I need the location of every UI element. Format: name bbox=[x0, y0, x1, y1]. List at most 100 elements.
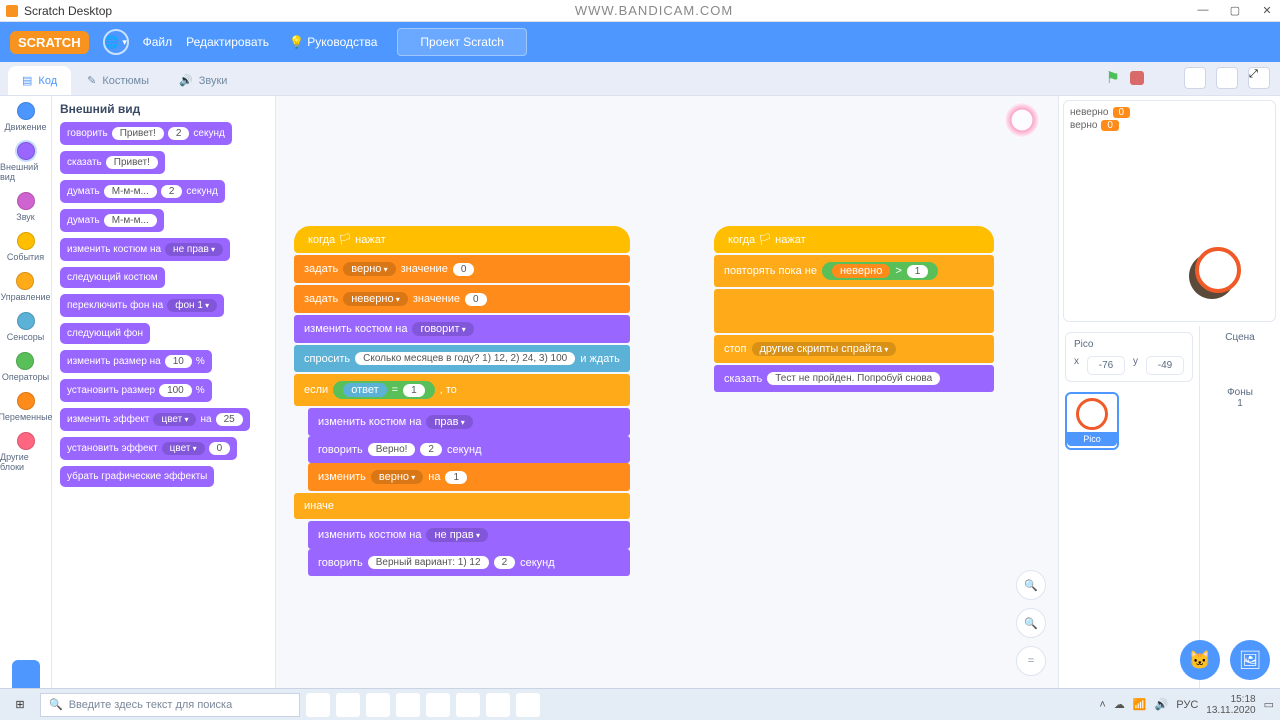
block-say[interactable]: сказатьПривет! bbox=[60, 151, 165, 174]
category-label: События bbox=[7, 252, 44, 262]
stage-large-button[interactable] bbox=[1216, 67, 1238, 89]
hat-when-flag-clicked-2[interactable]: когда 🏳 нажат bbox=[714, 226, 994, 253]
block-switch-backdrop[interactable]: переключить фон нафон 1 bbox=[60, 294, 224, 317]
block-set-var-neverno[interactable]: задатьневернозначение0 bbox=[294, 285, 630, 313]
block-palette: Внешний вид говоритьПривет!2секунд сказа… bbox=[52, 96, 276, 688]
block-switch-costume-1[interactable]: изменить костюм наговорит bbox=[294, 315, 630, 343]
category-dot-icon bbox=[17, 392, 35, 410]
category-Управление[interactable]: Управление bbox=[0, 272, 50, 302]
tab-code-label: Код bbox=[38, 75, 57, 87]
tray-wifi-icon[interactable]: 📶 bbox=[1133, 698, 1147, 711]
scratch-logo[interactable]: SCRATCH bbox=[10, 31, 89, 54]
block-say-for[interactable]: говоритьПривет!2секунд bbox=[60, 122, 232, 145]
sound-icon: 🔊 bbox=[179, 74, 193, 87]
menu-file[interactable]: Файл bbox=[143, 35, 173, 49]
category-События[interactable]: События bbox=[7, 232, 44, 262]
category-Другие блоки[interactable]: Другие блоки bbox=[0, 432, 51, 472]
add-backdrop-button[interactable]: 🖼 bbox=[1230, 640, 1270, 680]
sprite-watermark bbox=[1004, 102, 1040, 138]
tray-notifications-icon[interactable]: ▭ bbox=[1264, 698, 1274, 711]
add-sprite-button[interactable]: 🐱 bbox=[1180, 640, 1220, 680]
project-title-input[interactable]: Проект Scratch bbox=[397, 28, 527, 56]
block-switch-costume[interactable]: изменить костюм нане прав bbox=[60, 238, 230, 261]
fullscreen-button[interactable]: ⤢ bbox=[1248, 67, 1270, 89]
block-set-var-verno[interactable]: задатьвернозначение0 bbox=[294, 255, 630, 283]
script-stack-1[interactable]: когда 🏳 нажат задатьвернозначение0 задат… bbox=[294, 226, 630, 578]
block-say-correct[interactable]: говоритьВерно!2секунд bbox=[308, 436, 630, 463]
tray-lang[interactable]: РУС bbox=[1176, 699, 1198, 711]
zoom-in-button[interactable]: 🔍 bbox=[1016, 570, 1046, 600]
taskbar-app-5[interactable] bbox=[456, 693, 480, 717]
tab-costumes[interactable]: ✎Костюмы bbox=[73, 66, 163, 95]
category-label: Операторы bbox=[2, 372, 49, 382]
taskbar-app-1[interactable] bbox=[336, 693, 360, 717]
block-next-backdrop[interactable]: следующий фон bbox=[60, 323, 150, 344]
block-think-for[interactable]: думатьМ-м-м...2секунд bbox=[60, 180, 225, 203]
max-button[interactable]: ▢ bbox=[1228, 4, 1242, 17]
category-Движение[interactable]: Движение bbox=[5, 102, 47, 132]
category-dot-icon bbox=[16, 352, 34, 370]
category-Операторы[interactable]: Операторы bbox=[2, 352, 49, 382]
taskbar-app-6[interactable] bbox=[486, 693, 510, 717]
block-say-wrong[interactable]: говоритьВерный вариант: 1) 122секунд bbox=[308, 549, 630, 576]
min-button[interactable]: ― bbox=[1196, 4, 1210, 17]
block-set-effect[interactable]: установить эффектцвет0 bbox=[60, 437, 237, 460]
language-menu[interactable]: 🌐 bbox=[103, 29, 129, 55]
script-canvas[interactable]: когда 🏳 нажат задатьвернозначение0 задат… bbox=[276, 96, 1058, 688]
sprite-y-field[interactable]: -49 bbox=[1146, 356, 1184, 375]
category-Переменные[interactable]: Переменные bbox=[0, 392, 53, 422]
block-change-size[interactable]: изменить размер на10% bbox=[60, 350, 212, 373]
backpack-tab[interactable] bbox=[12, 660, 40, 688]
block-next-costume[interactable]: следующий костюм bbox=[60, 267, 165, 288]
block-stop[interactable]: стопдругие скрипты спрайта bbox=[714, 335, 994, 363]
block-if[interactable]: еслиответ=1, то bbox=[294, 374, 630, 406]
tab-sounds[interactable]: 🔊Звуки bbox=[165, 66, 241, 95]
menu-tutorials[interactable]: 💡 Руководства bbox=[289, 35, 377, 49]
block-change-verno[interactable]: изменитьвернона1 bbox=[308, 463, 630, 491]
sprite-thumbnail[interactable]: Pico bbox=[1065, 392, 1119, 450]
category-Сенсоры[interactable]: Сенсоры bbox=[7, 312, 45, 342]
block-switch-costume-2[interactable]: изменить костюм направ bbox=[308, 408, 630, 436]
block-else[interactable]: иначе bbox=[294, 493, 630, 519]
category-dot-icon bbox=[17, 142, 35, 160]
block-say-fail[interactable]: сказатьТест не пройден. Попробуй снова bbox=[714, 365, 994, 392]
zoom-reset-button[interactable]: = bbox=[1016, 646, 1046, 676]
stage-small-button[interactable] bbox=[1184, 67, 1206, 89]
category-Внешний вид[interactable]: Внешний вид bbox=[0, 142, 51, 182]
taskbar-app-2[interactable] bbox=[366, 693, 390, 717]
tray-sound-icon[interactable]: 🔊 bbox=[1155, 698, 1169, 711]
taskbar-search[interactable]: 🔍 Введите здесь текст для поиска bbox=[40, 693, 300, 717]
block-repeat-body[interactable] bbox=[714, 289, 994, 333]
tray-cloud-icon[interactable]: ☁ bbox=[1114, 698, 1125, 711]
category-label: Движение bbox=[5, 122, 47, 132]
block-repeat-until[interactable]: повторять пока неневерно>1 bbox=[714, 255, 994, 287]
sprite-name-field[interactable]: Pico bbox=[1074, 339, 1184, 350]
hat-when-flag-clicked[interactable]: когда 🏳 нажат bbox=[294, 226, 630, 253]
close-button[interactable]: ✕ bbox=[1260, 4, 1274, 17]
sprite-x-field[interactable]: -76 bbox=[1087, 356, 1125, 375]
taskbar-app-7[interactable] bbox=[516, 693, 540, 717]
block-ask-and-wait[interactable]: спроситьСколько месяцев в году? 1) 12, 2… bbox=[294, 345, 630, 372]
block-think[interactable]: думатьМ-м-м... bbox=[60, 209, 164, 232]
stop-button[interactable] bbox=[1130, 71, 1144, 85]
block-switch-costume-3[interactable]: изменить костюм нане прав bbox=[308, 521, 630, 549]
taskbar-app-3[interactable] bbox=[396, 693, 420, 717]
taskbar-app-4[interactable] bbox=[426, 693, 450, 717]
task-view-icon[interactable] bbox=[306, 693, 330, 717]
category-dot-icon bbox=[17, 232, 35, 250]
block-set-size[interactable]: установить размер100% bbox=[60, 379, 212, 402]
zoom-out-button[interactable]: 🔍 bbox=[1016, 608, 1046, 638]
category-label: Сенсоры bbox=[7, 332, 45, 342]
menu-edit[interactable]: Редактировать bbox=[186, 35, 269, 49]
tab-code[interactable]: ▤Код bbox=[8, 66, 71, 95]
block-clear-effects[interactable]: убрать графические эффекты bbox=[60, 466, 214, 487]
start-button[interactable]: ⊞ bbox=[6, 693, 34, 717]
green-flag-button[interactable]: ⚑ bbox=[1106, 68, 1120, 88]
category-Звук[interactable]: Звук bbox=[16, 192, 34, 222]
block-change-effect[interactable]: изменить эффектцветна25 bbox=[60, 408, 250, 431]
stage-preview[interactable]: неверно0 верно0 bbox=[1063, 100, 1276, 322]
tray-clock[interactable]: 15:1813.11.2020 bbox=[1206, 694, 1255, 716]
script-stack-2[interactable]: когда 🏳 нажат повторять пока неневерно>1… bbox=[714, 226, 994, 394]
tab-costumes-label: Костюмы bbox=[102, 75, 149, 87]
tray-chevron-up-icon[interactable]: ˄ bbox=[1099, 699, 1105, 711]
